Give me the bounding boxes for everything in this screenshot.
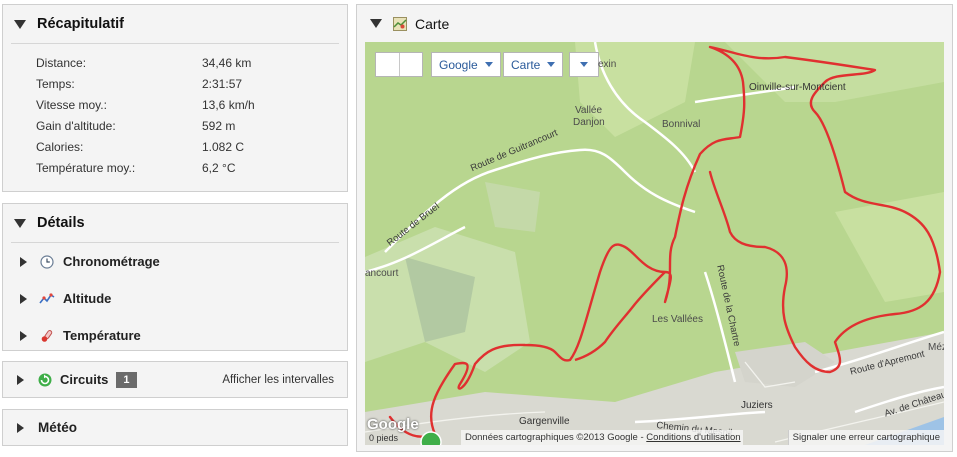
chevron-down-icon <box>580 62 588 67</box>
circuits-panel[interactable]: Circuits 1 Afficher les intervalles <box>2 361 348 398</box>
summary-row-speed: Vitesse moy.: 13,6 km/h <box>36 94 347 115</box>
map-base-layer <box>365 42 944 445</box>
start-marker-icon <box>417 428 445 445</box>
meteo-title: Météo <box>38 420 78 435</box>
summary-label: Temps: <box>36 76 75 91</box>
meteo-panel[interactable]: Météo <box>2 409 348 446</box>
clock-icon <box>39 254 55 270</box>
details-panel: Détails Chronométrage Altitude Températu… <box>2 203 348 351</box>
details-item-altitude[interactable]: Altitude <box>3 280 347 317</box>
circuits-title: Circuits <box>60 372 109 387</box>
report-error-link[interactable]: Signaler une erreur cartographique <box>787 430 944 445</box>
summary-header[interactable]: Récapitulatif <box>3 5 347 43</box>
summary-value: 592 m <box>202 118 236 133</box>
map-scale: 0 pieds <box>365 431 460 445</box>
collapse-triangle-icon[interactable] <box>370 19 382 28</box>
details-item-temperature[interactable]: Température <box>3 317 347 354</box>
details-item-label: Altitude <box>63 291 112 306</box>
map-provider-label: Google <box>439 57 478 72</box>
details-item-label: Chronométrage <box>63 254 160 269</box>
place-label: Oinville-sur-Montcient <box>749 82 846 93</box>
details-item-label: Température <box>63 328 141 343</box>
summary-value: 2:31:57 <box>202 76 243 91</box>
summary-value: 6,2 °C <box>202 160 236 175</box>
summary-label: Température moy.: <box>36 160 136 175</box>
place-label: Juziers <box>741 400 773 411</box>
details-item-timing[interactable]: Chronométrage <box>3 243 347 280</box>
expand-triangle-icon[interactable] <box>20 293 27 304</box>
place-label: Danjon <box>573 117 605 128</box>
map-attribution: Données cartographiques ©2013 Google - C… <box>461 430 743 445</box>
laps-icon <box>37 372 53 388</box>
summary-value: 13,6 km/h <box>202 97 255 112</box>
details-title: Détails <box>37 215 85 231</box>
summary-value: 1.082 C <box>202 139 245 154</box>
details-header[interactable]: Détails <box>3 204 347 242</box>
altitude-icon <box>39 291 55 307</box>
pan-button[interactable] <box>376 53 400 76</box>
summary-row-distance: Distance: 34,46 km <box>36 52 347 73</box>
place-label: Les Vallées <box>652 314 703 325</box>
google-logo: Google <box>367 416 419 433</box>
map-layers-select[interactable] <box>569 52 599 77</box>
summary-row-elevation: Gain d'altitude: 592 m <box>36 115 347 136</box>
summary-value: 34,46 km <box>202 55 252 70</box>
summary-panel: Récapitulatif Distance: 34,46 km Temps: 2:… <box>2 4 348 192</box>
map-type-select[interactable]: Carte <box>503 52 564 77</box>
map-title: Carte <box>415 15 450 32</box>
place-label: ancourt <box>365 268 399 279</box>
map-header[interactable]: Carte <box>357 5 952 42</box>
summary-label: Calories: <box>36 139 84 154</box>
expand-triangle-icon[interactable] <box>20 256 27 267</box>
scale-label: 0 pieds <box>369 433 399 443</box>
collapse-triangle-icon[interactable] <box>14 218 26 228</box>
summary-list: Distance: 34,46 km Temps: 2:31:57 Vitesse … <box>3 44 347 178</box>
map-provider-select[interactable]: Google <box>431 52 501 77</box>
place-label: Bonnival <box>662 119 701 130</box>
map-icon <box>393 16 407 31</box>
place-label: Méz <box>928 342 944 353</box>
chevron-down-icon <box>484 62 493 67</box>
summary-row-time: Temps: 2:31:57 <box>36 73 347 94</box>
circuits-count-badge: 1 <box>116 371 137 388</box>
summary-row-calories: Calories: 1.082 C <box>36 136 347 157</box>
summary-row-temperature: Température moy.: 6,2 °C <box>36 157 347 178</box>
terms-link[interactable]: Conditions d'utilisation <box>646 432 740 443</box>
thermometer-icon <box>39 328 55 344</box>
attribution-text: Données cartographiques ©2013 Google <box>465 432 638 443</box>
summary-title: Récapitulatif <box>37 16 125 32</box>
map-panel: Carte Google Carte exin Oinville-sur-Mon… <box>356 4 953 452</box>
summary-label: Gain d'altitude: <box>36 118 116 133</box>
place-label: Vallée <box>575 105 603 116</box>
expand-triangle-icon[interactable] <box>20 330 27 341</box>
place-label: Gargenville <box>519 416 570 427</box>
expand-triangle-icon[interactable] <box>17 422 24 433</box>
expand-triangle-icon[interactable] <box>17 374 24 385</box>
summary-label: Distance: <box>36 55 87 70</box>
map-nav-control[interactable] <box>375 52 423 77</box>
chevron-down-icon <box>547 62 556 67</box>
place-label: exin <box>598 59 617 70</box>
summary-label: Vitesse moy.: <box>36 97 107 112</box>
map-canvas[interactable]: Google Carte exin Oinville-sur-Montcient… <box>365 42 944 445</box>
collapse-triangle-icon[interactable] <box>14 19 26 29</box>
map-type-label: Carte <box>511 57 541 72</box>
show-intervals-link[interactable]: Afficher les intervalles <box>222 374 334 386</box>
